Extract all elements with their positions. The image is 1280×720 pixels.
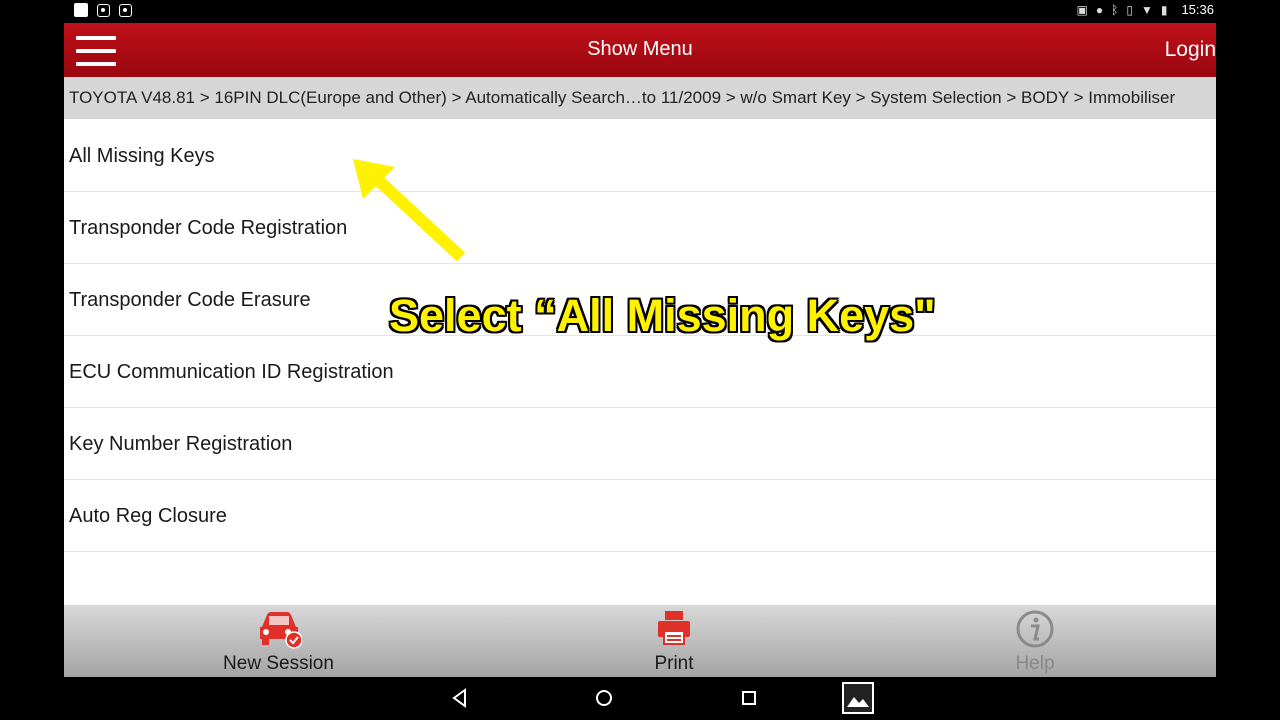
- wifi-icon: ▼: [1140, 2, 1153, 17]
- info-icon: [1016, 610, 1054, 648]
- new-session-label: New Session: [223, 653, 334, 674]
- app-window: Show Menu Login TOYOTA V48.81 > 16PIN DL…: [64, 23, 1216, 677]
- bottom-toolbar: New Session Print Help: [64, 605, 1216, 677]
- back-icon[interactable]: [450, 687, 468, 709]
- breadcrumb: TOYOTA V48.81 > 16PIN DLC(Europe and Oth…: [64, 77, 1216, 119]
- help-button[interactable]: Help: [985, 605, 1085, 677]
- menu-item-all-missing-keys[interactable]: All Missing Keys: [64, 120, 1216, 192]
- recents-icon[interactable]: [740, 687, 758, 709]
- printer-icon: [658, 611, 690, 645]
- login-button[interactable]: Login: [1165, 38, 1216, 62]
- menu-item-key-number-registration[interactable]: Key Number Registration: [64, 408, 1216, 480]
- print-button[interactable]: Print: [624, 605, 724, 677]
- battery-icon: ▮: [1160, 2, 1168, 17]
- home-icon[interactable]: [594, 687, 614, 709]
- status-time: 15:36: [1181, 2, 1214, 17]
- car-session-icon: [259, 612, 302, 649]
- top-bar: Show Menu Login: [64, 23, 1216, 77]
- screenshot-icon: [119, 3, 132, 17]
- system-nav-bar: [0, 677, 1280, 720]
- menu-item-transponder-code-registration[interactable]: Transponder Code Registration: [64, 192, 1216, 264]
- vibrate-icon: ▯: [1126, 2, 1133, 17]
- notification-square-icon: [74, 3, 88, 17]
- screenshot-icon: [97, 3, 110, 17]
- annotation-text: Select “All Missing Keys": [389, 290, 936, 341]
- print-label: Print: [654, 653, 694, 674]
- page-title: Show Menu: [587, 38, 693, 60]
- location-icon: ●: [1095, 2, 1104, 17]
- help-label: Help: [1015, 653, 1055, 674]
- status-bar-right: ▣ ● ᛒ ▯ ▼ ▮ 15:36: [1077, 2, 1214, 17]
- new-session-button[interactable]: New Session: [176, 605, 381, 677]
- status-bar-left: [74, 3, 132, 17]
- gallery-icon[interactable]: [842, 682, 874, 714]
- menu-item-ecu-communication-id-registration[interactable]: ECU Communication ID Registration: [64, 336, 1216, 408]
- annotation-arrow-icon: [353, 159, 466, 262]
- bluetooth-icon: ᛒ: [1111, 2, 1119, 17]
- status-bar: ▣ ● ᛒ ▯ ▼ ▮ 15:36: [0, 0, 1280, 23]
- menu-item-auto-reg-closure[interactable]: Auto Reg Closure: [64, 480, 1216, 552]
- cast-icon: ▣: [1076, 2, 1088, 17]
